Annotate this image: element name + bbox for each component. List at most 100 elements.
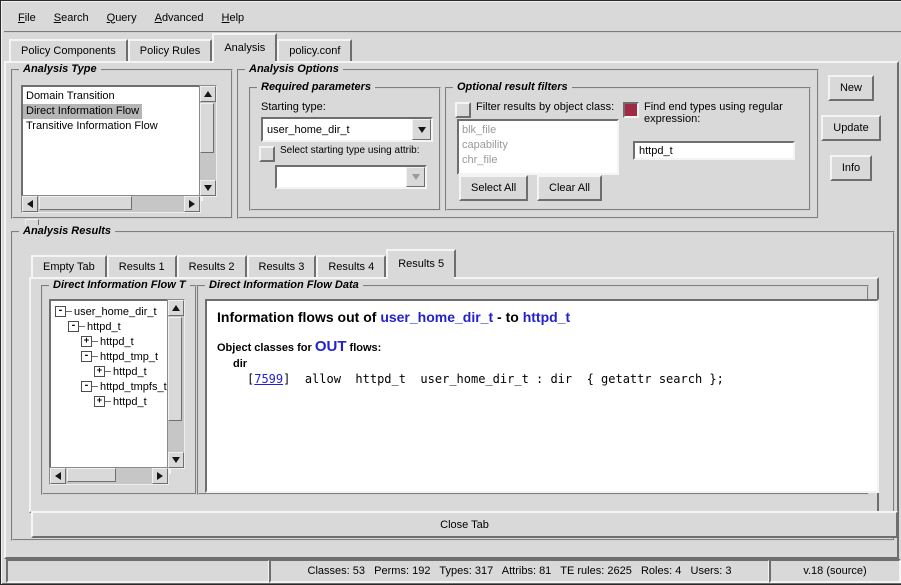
filter-by-class-checkbox[interactable] [455,102,471,118]
analysis-type-option-domain-transition[interactable]: Domain Transition [23,89,118,104]
new-button[interactable]: New [828,75,874,101]
analysis-type-hscrollbar[interactable] [21,195,201,213]
analysis-type-listbox[interactable]: Domain TransitionDirect Information Flow… [21,85,203,201]
menu-advanced[interactable]: Advanced [146,9,213,27]
scroll-right-icon[interactable] [184,196,200,212]
tree-row[interactable]: -httpd_t [51,319,169,334]
tree-connector-line [92,341,98,342]
attrib-combobox-value [277,167,406,187]
scroll-right-icon[interactable] [152,468,168,484]
tree-collapse-icon[interactable]: - [81,351,92,362]
results-tab-results-5[interactable]: Results 5 [386,249,456,277]
flow-data-textarea[interactable]: Information flows out of user_home_dir_t… [205,299,879,493]
menu-bar: FileSearchQueryAdvancedHelp [4,4,901,33]
results-tab-results-4[interactable]: Results 4 [316,255,386,277]
tree-collapse-icon[interactable]: - [55,306,66,317]
attrib-checkbox[interactable] [259,146,275,162]
tree-row[interactable]: + httpd_t [51,394,169,409]
tree-row[interactable]: -httpd_tmp_t [51,349,169,364]
tree-row[interactable]: + httpd_t [51,334,169,349]
tree-node-label[interactable]: httpd_tmpfs_t [100,381,167,393]
flow-tree[interactable]: -user_home_dir_t-httpd_t+httpd_t-httpd_t… [49,299,171,474]
object-class-name: dir [217,358,867,370]
object-classes-line: Object classes for OUT flows: [217,338,867,355]
menu-query[interactable]: Query [98,9,146,27]
analysis-type-option-transitive-information-flow[interactable]: Transitive Information Flow [23,119,161,134]
analysis-type-option-direct-information-flow[interactable]: Direct Information Flow [23,104,142,119]
regex-input[interactable] [633,141,795,160]
tree-row[interactable]: -user_home_dir_t [51,304,169,319]
tree-connector-line [105,401,111,402]
scroll-down-icon[interactable] [168,452,184,468]
starting-type-value: user_home_dir_t [263,119,412,140]
menu-help[interactable]: Help [213,9,254,27]
tree-expand-icon[interactable]: + [94,396,105,407]
scroll-up-icon[interactable] [168,300,184,316]
flow-header-prefix: Information flows out of [217,309,380,325]
flow-data-title: Direct Information Flow Data [205,279,363,291]
menu-file[interactable]: File [9,9,45,27]
tree-node-label[interactable]: user_home_dir_t [74,306,157,318]
tab-analysis[interactable]: Analysis [212,33,277,61]
tree-row[interactable]: + httpd_t [51,364,169,379]
info-button[interactable]: Info [830,155,872,181]
tab-policy-conf[interactable]: policy.conf [277,39,352,61]
tab-policy-components[interactable]: Policy Components [9,39,128,61]
menu-search[interactable]: Search [45,9,98,27]
rule-number-link[interactable]: 7599 [254,372,283,386]
analysis-type-title: Analysis Type [19,63,101,75]
rule-text: allow httpd_t user_home_dir_t : dir { ge… [290,372,723,386]
analysis-type-vscrollbar[interactable] [199,85,217,197]
regex-checkbox[interactable] [623,102,639,118]
tree-node-label[interactable]: httpd_t [113,366,147,378]
close-tab-button[interactable]: Close Tab [31,511,898,538]
select-all-button[interactable]: Select All [459,175,528,201]
scroll-left-icon[interactable] [50,468,66,484]
starting-type-label: Starting type: [261,101,326,113]
filter-by-class-label: Filter results by object class: [476,101,614,113]
object-class-option-blk-file: blk_file [459,123,499,138]
scroll-up-icon[interactable] [200,86,216,102]
tree-node-label[interactable]: httpd_t [100,336,134,348]
clear-all-button[interactable]: Clear All [537,175,602,201]
tree-expand-icon[interactable]: + [94,366,105,377]
results-tab-results-3[interactable]: Results 3 [247,255,317,277]
results-tab-results-2[interactable]: Results 2 [177,255,247,277]
tree-node-label[interactable]: httpd_t [113,396,147,408]
chevron-down-icon [406,167,425,187]
object-class-option-chr-file: chr_file [459,153,500,168]
filter-by-class-checkbox-row[interactable]: Filter results by object class: [455,101,614,118]
scroll-thumb[interactable] [39,196,132,210]
analysis-results-group: Analysis Results Empty TabResults 1Resul… [11,231,895,541]
scroll-thumb[interactable] [67,468,116,482]
tree-collapse-icon[interactable]: - [68,321,79,332]
tree-node-label[interactable]: httpd_tmp_t [100,351,158,363]
tree-collapse-icon[interactable]: - [81,381,92,392]
flow-target-type: httpd_t [523,309,570,325]
tree-vscrollbar[interactable] [167,299,185,469]
tree-node-label[interactable]: httpd_t [87,321,121,333]
tab-policy-rules[interactable]: Policy Rules [128,39,213,61]
tree-row[interactable]: -httpd_tmpfs_t [51,379,169,394]
scroll-trough[interactable] [66,468,152,484]
scroll-thumb[interactable] [200,103,214,153]
chevron-down-icon[interactable] [412,119,431,140]
update-button[interactable]: Update [821,115,880,141]
scroll-left-icon[interactable] [22,196,38,212]
tree-connector-line [92,386,98,387]
scroll-trough[interactable] [168,316,184,452]
starting-type-combobox[interactable]: user_home_dir_t [261,117,433,142]
regex-checkbox-row[interactable]: Find end types using regular expression: [623,101,801,125]
scroll-down-icon[interactable] [200,180,216,196]
scroll-trough[interactable] [200,102,216,180]
results-tab-bar: Empty TabResults 1Results 2Results 3Resu… [31,251,456,277]
analysis-options-group: Analysis Options Required parameters Sta… [237,69,819,219]
scroll-thumb[interactable] [168,317,182,421]
scroll-trough[interactable] [38,196,184,212]
tree-hscrollbar[interactable] [49,467,169,485]
results-tab-results-1[interactable]: Results 1 [107,255,177,277]
regex-checkbox-label: Find end types using regular expression: [644,101,801,125]
attrib-checkbox-row[interactable]: Select starting type using attrib: [259,145,433,162]
tree-expand-icon[interactable]: + [81,336,92,347]
results-tab-empty-tab[interactable]: Empty Tab [31,255,107,277]
